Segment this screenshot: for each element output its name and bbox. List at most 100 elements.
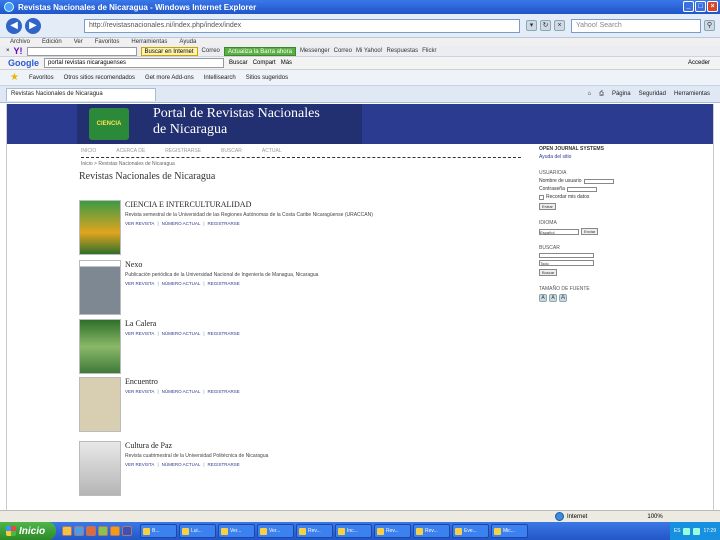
yahoo-logo[interactable]: Y!	[14, 46, 23, 56]
task-item[interactable]: Ver...	[218, 524, 255, 538]
link-view-journal[interactable]: VER REVISTA	[125, 221, 154, 226]
refresh-icon[interactable]: ↻	[540, 20, 551, 31]
yahoo-item-flickr[interactable]: Flickr	[422, 48, 436, 54]
journal-title[interactable]: La Calera	[125, 319, 156, 328]
language-submit-button[interactable]: Enviar	[581, 228, 599, 235]
quick-launch-icon[interactable]	[122, 526, 132, 536]
home-icon[interactable]: ⌂	[588, 91, 592, 98]
yahoo-item-respuestas[interactable]: Respuestas	[386, 48, 418, 54]
journal-cover[interactable]	[79, 441, 121, 496]
fav-item-intellisearch[interactable]: Intellisearch	[204, 75, 236, 81]
font-small-icon[interactable]: A	[539, 294, 547, 302]
yahoo-item-correo[interactable]: Correo	[202, 48, 220, 54]
nav-registrarse[interactable]: REGISTRARSE	[165, 148, 201, 154]
favorites-star-icon[interactable]: ★	[10, 72, 19, 83]
favorites-label[interactable]: Favoritos	[29, 75, 54, 81]
search-scope-select[interactable]: Todo	[539, 260, 594, 266]
back-icon[interactable]: ◀	[6, 17, 22, 34]
command-security[interactable]: Seguridad	[639, 91, 666, 98]
journal-cover[interactable]	[79, 200, 121, 255]
sidebar-search-button[interactable]: Buscar	[539, 269, 558, 276]
font-medium-icon[interactable]: A	[549, 294, 557, 302]
task-item[interactable]: B...	[140, 524, 177, 538]
close-button[interactable]: ×	[707, 1, 718, 12]
google-share-button[interactable]: Compart	[253, 60, 276, 66]
task-item[interactable]: Eve...	[452, 524, 489, 538]
link-view-journal[interactable]: VER REVISTA	[125, 281, 154, 286]
font-large-icon[interactable]: A	[559, 294, 567, 302]
command-page[interactable]: Página	[612, 91, 631, 98]
quick-launch-icon[interactable]	[62, 526, 72, 536]
fav-item-addons[interactable]: Get more Add-ons	[145, 75, 194, 81]
journal-title[interactable]: Cultura de Paz	[125, 441, 172, 450]
login-button[interactable]: Entrar	[539, 203, 556, 210]
url-input[interactable]: http://revistasnacionales.ni/index.php/i…	[84, 18, 520, 33]
menu-item-archivo[interactable]: Archivo	[10, 39, 30, 45]
language-indicator[interactable]: ES	[674, 528, 681, 534]
search-icon[interactable]: ⚲	[704, 20, 715, 31]
quick-launch-icon[interactable]	[98, 526, 108, 536]
task-item[interactable]: Rev...	[296, 524, 333, 538]
menu-item-edicion[interactable]: Edición	[42, 39, 62, 45]
link-current-issue[interactable]: NÚMERO ACTUAL	[162, 331, 201, 336]
link-current-issue[interactable]: NÚMERO ACTUAL	[162, 389, 201, 394]
username-field[interactable]	[583, 178, 614, 184]
nav-buscar[interactable]: BUSCAR	[221, 148, 242, 154]
journal-cover[interactable]	[79, 260, 121, 315]
nav-actual[interactable]: ACTUAL	[262, 148, 282, 154]
google-signin-button[interactable]: Acceder	[688, 60, 710, 66]
link-register[interactable]: REGISTRARSE	[208, 221, 240, 226]
tab-active[interactable]: Revistas Nacionales de Nicaragua	[6, 87, 156, 101]
google-search-input[interactable]: portal revistas nicaraguenses	[44, 58, 224, 68]
fav-item-recommended[interactable]: Otros sitios recomendados	[64, 75, 135, 81]
print-icon[interactable]: ⎙	[599, 91, 604, 98]
quick-launch-icon[interactable]	[86, 526, 96, 536]
start-button[interactable]: Inicio	[0, 522, 56, 540]
minimize-button[interactable]: _	[683, 1, 694, 12]
quick-launch-icon[interactable]	[74, 526, 84, 536]
dropdown-icon[interactable]: ▾	[526, 20, 537, 31]
search-input[interactable]: Yahoo! Search	[571, 18, 701, 33]
maximize-button[interactable]: □	[695, 1, 706, 12]
zoom-level[interactable]: 100%	[647, 514, 662, 520]
journal-title[interactable]: Nexo	[125, 260, 142, 269]
menu-item-herramientas[interactable]: Herramientas	[131, 39, 167, 45]
clock[interactable]: 17:29	[703, 528, 716, 534]
site-logo[interactable]: CIENCIA	[89, 108, 129, 140]
link-view-journal[interactable]: VER REVISTA	[125, 331, 154, 336]
stop-icon[interactable]: ×	[554, 20, 565, 31]
link-register[interactable]: REGISTRARSE	[208, 281, 240, 286]
tray-icon[interactable]	[683, 527, 691, 535]
link-current-issue[interactable]: NÚMERO ACTUAL	[162, 281, 201, 286]
task-item[interactable]: Lui...	[179, 524, 216, 538]
forward-icon[interactable]: ▶	[25, 17, 41, 34]
link-current-issue[interactable]: NÚMERO ACTUAL	[162, 221, 201, 226]
link-register[interactable]: REGISTRARSE	[208, 462, 240, 467]
yahoo-search-button[interactable]: Buscar en Internet	[140, 46, 198, 56]
link-register[interactable]: REGISTRARSE	[208, 389, 240, 394]
task-item[interactable]: Ver...	[257, 524, 294, 538]
google-search-button[interactable]: Buscar	[229, 60, 248, 66]
task-item[interactable]: Inc...	[335, 524, 372, 538]
link-current-issue[interactable]: NÚMERO ACTUAL	[162, 462, 201, 467]
link-view-journal[interactable]: VER REVISTA	[125, 389, 154, 394]
yahoo-item-correo2[interactable]: Correo	[334, 48, 352, 54]
password-field[interactable]	[566, 186, 597, 192]
menu-item-favoritos[interactable]: Favoritos	[95, 39, 120, 45]
nav-acerca[interactable]: ACERCA DE	[116, 148, 145, 154]
journal-title[interactable]: Encuentro	[125, 377, 158, 386]
link-register[interactable]: REGISTRARSE	[208, 331, 240, 336]
yahoo-search-input[interactable]	[26, 46, 137, 56]
language-select[interactable]: Español	[539, 228, 579, 235]
quick-launch-icon[interactable]	[110, 526, 120, 536]
breadcrumb[interactable]: Inicio > Revistas Nacionales de Nicaragu…	[81, 161, 175, 167]
remember-checkbox[interactable]	[539, 194, 544, 200]
site-help-link[interactable]: Ayuda del sitio	[539, 154, 619, 160]
fav-item-suggested[interactable]: Sitios sugeridos	[246, 75, 288, 81]
menu-item-ver[interactable]: Ver	[74, 39, 83, 45]
sidebar-search-input[interactable]	[539, 253, 594, 258]
command-tools[interactable]: Herramientas	[674, 91, 710, 98]
journal-cover[interactable]	[79, 377, 121, 432]
yahoo-update-button[interactable]: Actualiza la Barra ahora	[223, 46, 296, 56]
google-more-button[interactable]: Más	[281, 60, 292, 66]
